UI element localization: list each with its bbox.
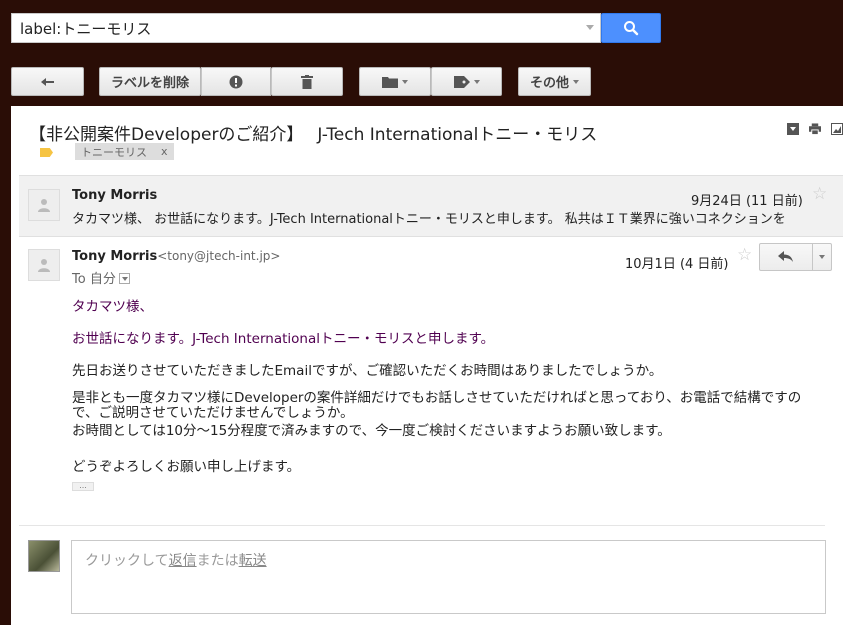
quick-reply-box[interactable]: クリックして返信または転送 (71, 540, 826, 614)
report-spam-button[interactable] (201, 67, 271, 96)
remove-label-button[interactable]: ラベルを削除 (99, 67, 201, 96)
print-icon[interactable] (809, 123, 821, 135)
star-icon[interactable]: ☆ (737, 247, 752, 264)
label-tag-icon[interactable] (40, 148, 53, 157)
message-more-button[interactable] (812, 243, 832, 271)
show-trimmed-content-button[interactable]: ... (72, 482, 94, 491)
sender-email: <tony@jtech-int.jp> (157, 249, 281, 263)
sender-name: Tony Morris (72, 188, 158, 203)
labels-button[interactable] (431, 67, 502, 96)
email-subject: 【非公開案件Developerのご紹介】 J-Tech Internationa… (29, 125, 598, 145)
sender-name-text: Tony Morris (72, 249, 158, 264)
search-icon (624, 21, 639, 36)
label-chip-text: トニーモリス (81, 145, 147, 159)
body-line-2: 是非とも一度タカマツ様にDeveloperの案件詳細だけでもお話しさせていただけ… (72, 390, 802, 421)
divider (19, 525, 825, 526)
reply-link[interactable]: 返信 (169, 553, 197, 569)
star-icon[interactable]: ☆ (812, 186, 827, 203)
avatar (28, 189, 60, 221)
thread-actions (787, 123, 843, 135)
chevron-down-icon (402, 79, 408, 84)
trash-icon (301, 74, 313, 89)
collapsed-message[interactable]: Tony Morris タカマツ様、 お世話になります。J-Tech Inter… (19, 175, 843, 237)
close-icon[interactable]: x (161, 145, 168, 158)
message-date: 9月24日 (11 日前) (691, 194, 803, 209)
search-button[interactable] (601, 13, 661, 43)
exclamation-icon (229, 75, 243, 88)
back-button[interactable] (11, 67, 84, 96)
message-snippet: タカマツ様、 お世話になります。J-Tech Internationalトニー・… (72, 212, 786, 227)
body-closing: どうぞよろしくお願い申し上げます。 (72, 459, 301, 475)
reply-prompt-middle: または (196, 553, 239, 569)
recipient-line: To 自分 (72, 268, 130, 287)
search-options-caret-icon[interactable] (586, 25, 594, 30)
chevron-down-icon (473, 79, 480, 84)
body-line-1: 先日お送りさせていただきましたEmailですが、ご確認いただくお時間はありました… (72, 363, 663, 379)
reply-icon (778, 251, 793, 262)
recipient-text: To 自分 (72, 272, 116, 287)
body-intro: お世話になります。J-Tech Internationalトニー・モリスと申しま… (72, 331, 495, 347)
search-input[interactable] (12, 14, 582, 42)
chevron-down-icon (573, 79, 579, 84)
remove-label-text: ラベルを削除 (110, 76, 189, 91)
folder-icon (382, 76, 398, 88)
more-button[interactable]: その他 (518, 67, 591, 96)
body-greeting: タカマツ様、 (72, 299, 153, 315)
tag-icon (453, 75, 470, 88)
expand-all-icon[interactable] (787, 123, 799, 135)
move-to-button[interactable] (359, 67, 431, 96)
more-button-label: その他 (529, 76, 569, 91)
reply-prompt-prefix: クリックして (85, 553, 169, 569)
person-icon (38, 199, 50, 212)
message-date: 10月1日 (4 日前) (625, 257, 729, 272)
avatar (28, 249, 60, 281)
delete-button[interactable] (271, 67, 343, 96)
chevron-down-icon (819, 255, 825, 259)
conversation-panel: 【非公開案件Developerのご紹介】 J-Tech Internationa… (11, 106, 843, 625)
body-line-3: お時間としては10分〜15分程度で済みますので、今一度ご検討くださいますようお願… (72, 423, 671, 439)
arrow-left-icon (40, 77, 54, 86)
sender-name: Tony Morris <tony@jtech-int.jp> (72, 249, 280, 264)
details-dropdown-icon[interactable] (118, 273, 130, 284)
person-icon (38, 259, 50, 272)
search-box[interactable] (11, 13, 601, 43)
user-photo (28, 540, 60, 572)
forward-link[interactable]: 転送 (239, 553, 267, 569)
new-window-icon[interactable] (831, 123, 843, 135)
label-chip[interactable]: トニーモリス x (75, 143, 174, 160)
reply-prompt: クリックして返信または転送 (85, 550, 267, 570)
reply-button[interactable] (759, 243, 813, 271)
